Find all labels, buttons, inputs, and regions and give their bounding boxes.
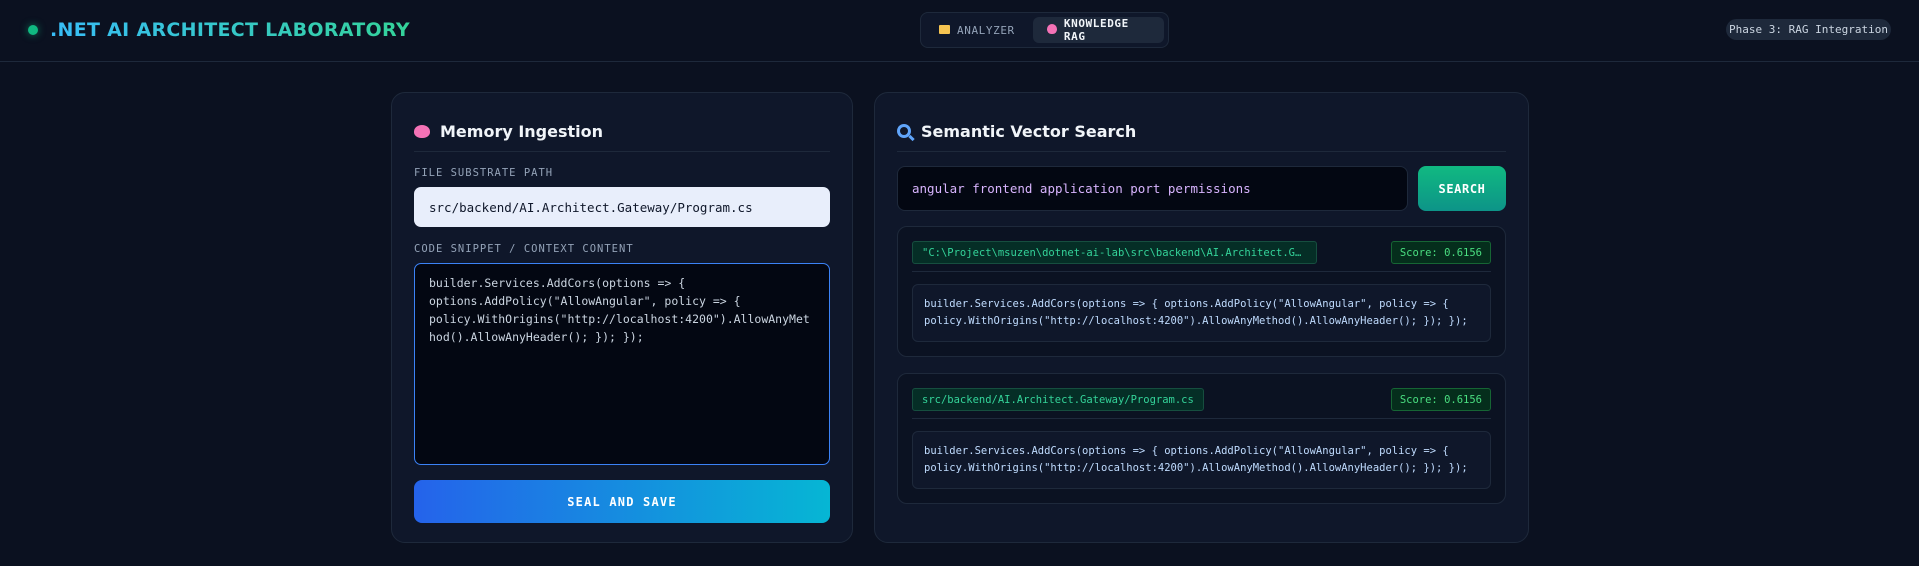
search-query-input[interactable]: angular frontend application port permis… bbox=[897, 166, 1408, 211]
memory-ingestion-panel: Memory Ingestion FILE SUBSTRATE PATH src… bbox=[391, 92, 853, 543]
brain-icon bbox=[414, 124, 430, 138]
phase-badge: Phase 3: RAG Integration bbox=[1726, 19, 1891, 40]
result-score-badge: Score: 0.6156 bbox=[1390, 241, 1491, 264]
magnifier-icon bbox=[897, 124, 911, 138]
search-result-card: "C:\Project\msuzen\dotnet-ai-lab\src\bac… bbox=[897, 226, 1506, 357]
divider bbox=[897, 151, 1506, 152]
folder-icon bbox=[939, 24, 950, 34]
app-title: .NET AI ARCHITECT LABORATORY bbox=[50, 19, 410, 41]
result-snippet: builder.Services.AddCors(options => { op… bbox=[912, 284, 1491, 342]
ingestion-title: Memory Ingestion bbox=[440, 121, 604, 141]
file-path-input[interactable]: src/backend/AI.Architect.Gateway/Program… bbox=[414, 187, 830, 227]
search-header: Semantic Vector Search bbox=[897, 119, 1136, 143]
search-button[interactable]: SEARCH bbox=[1418, 166, 1506, 211]
code-label: CODE SNIPPET / CONTEXT CONTENT bbox=[414, 243, 634, 255]
result-snippet: builder.Services.AddCors(options => { op… bbox=[912, 431, 1491, 489]
top-bar: .NET AI ARCHITECT LABORATORY ANALYZER KN… bbox=[0, 0, 1919, 62]
divider bbox=[912, 271, 1491, 272]
vector-search-panel: Semantic Vector Search angular frontend … bbox=[874, 92, 1529, 543]
result-source-path: src/backend/AI.Architect.Gateway/Program… bbox=[912, 388, 1204, 411]
ingestion-header: Memory Ingestion bbox=[414, 119, 603, 143]
divider bbox=[912, 418, 1491, 419]
brand: .NET AI ARCHITECT LABORATORY bbox=[28, 17, 410, 43]
result-source-path: "C:\Project\msuzen\dotnet-ai-lab\src\bac… bbox=[912, 241, 1317, 264]
result-score-badge: Score: 0.6156 bbox=[1390, 388, 1491, 411]
divider bbox=[414, 151, 830, 152]
result-source-text: src/backend/AI.Architect.Gateway/Program… bbox=[922, 393, 1194, 406]
tab-analyzer-label: ANALYZER bbox=[957, 23, 1015, 37]
result-source-text: "C:\Project\msuzen\dotnet-ai-lab\src\bac… bbox=[922, 246, 1307, 259]
mode-tabs: ANALYZER KNOWLEDGE RAG bbox=[920, 12, 1169, 48]
code-snippet-textarea[interactable]: builder.Services.AddCors(options => { op… bbox=[414, 263, 830, 465]
path-label: FILE SUBSTRATE PATH bbox=[414, 167, 554, 179]
search-result-card: src/backend/AI.Architect.Gateway/Program… bbox=[897, 373, 1506, 504]
status-dot-icon bbox=[28, 25, 38, 35]
seal-and-save-button[interactable]: SEAL AND SAVE bbox=[414, 480, 830, 523]
brain-icon bbox=[1046, 24, 1057, 34]
search-title: Semantic Vector Search bbox=[921, 121, 1137, 141]
tab-knowledge-rag[interactable]: KNOWLEDGE RAG bbox=[1032, 17, 1164, 43]
tab-knowledge-rag-label: KNOWLEDGE RAG bbox=[1063, 17, 1129, 43]
tab-analyzer[interactable]: ANALYZER bbox=[925, 17, 1029, 43]
